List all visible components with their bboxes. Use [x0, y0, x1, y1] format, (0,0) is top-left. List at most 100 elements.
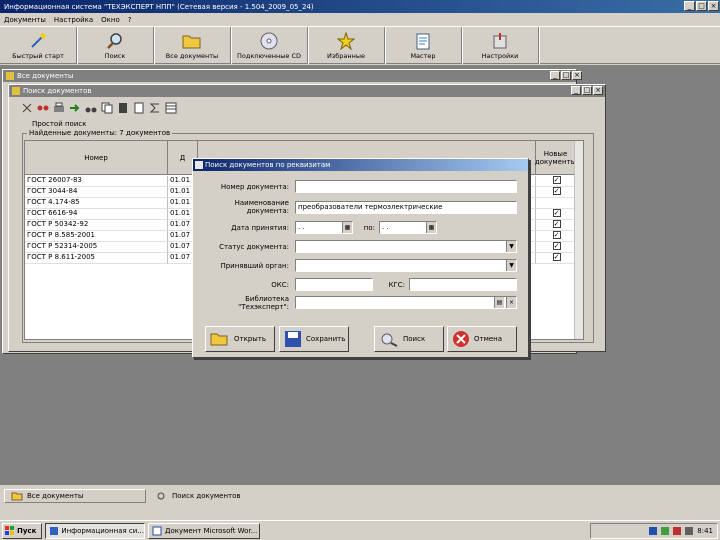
- search-toolbar: [20, 99, 260, 117]
- win-close-button[interactable]: ×: [572, 71, 582, 80]
- organ-label: Принявший орган:: [220, 262, 289, 270]
- win-maximize-button[interactable]: □: [561, 71, 571, 80]
- kgs-label: КГС:: [388, 281, 406, 289]
- export-icon[interactable]: [68, 101, 82, 115]
- cell-number: ГОСТ 3044-84: [25, 187, 168, 198]
- close-button[interactable]: ×: [708, 1, 719, 11]
- win-minimize-button[interactable]: _: [550, 71, 560, 80]
- cell-number: ГОСТ 26007-83: [25, 176, 168, 187]
- menu-documents[interactable]: Документы: [4, 16, 46, 24]
- library-label: Библиотека "Техэксперт":: [238, 295, 289, 311]
- chevron-down-icon[interactable]: ▼: [506, 260, 516, 271]
- notepad-icon: [413, 32, 433, 50]
- clock: 8:41: [697, 527, 713, 535]
- keyboard-icon[interactable]: [649, 527, 658, 535]
- search-win-close-button[interactable]: ×: [593, 86, 603, 95]
- doc-number-input[interactable]: [295, 180, 517, 193]
- new-doc-checkbox[interactable]: ✓: [552, 176, 561, 184]
- glasses-icon[interactable]: [36, 101, 50, 115]
- cell-new: ✓: [536, 209, 576, 220]
- kgs-input[interactable]: [409, 278, 517, 291]
- volume-icon[interactable]: [685, 527, 694, 535]
- print-icon[interactable]: [52, 101, 66, 115]
- app-icon: [50, 526, 58, 535]
- new-doc-checkbox[interactable]: ✓: [552, 209, 561, 217]
- doc-number-label: Номер документа:: [220, 183, 289, 191]
- new-doc-checkbox[interactable]: ✓: [552, 253, 561, 261]
- oks-input[interactable]: [295, 278, 373, 291]
- new-doc-checkbox[interactable]: ✓: [552, 220, 561, 228]
- antivirus-icon[interactable]: [673, 527, 682, 535]
- dialog-title-bar: Поиск документов по реквизитам: [193, 159, 528, 171]
- all-documents-button[interactable]: Все документы: [154, 27, 231, 64]
- chevron-down-icon[interactable]: ▼: [506, 241, 516, 252]
- library-input[interactable]: ▤ ×: [295, 296, 517, 309]
- tab-all-documents[interactable]: Все документы: [4, 489, 146, 503]
- taskbar: Пуск Информационная си... Документ Micro…: [0, 520, 720, 540]
- new-doc-checkbox[interactable]: ✓: [552, 231, 561, 239]
- menu-help[interactable]: ?: [128, 16, 132, 24]
- browse-icon[interactable]: ▤: [494, 297, 504, 308]
- cut-icon[interactable]: [20, 101, 34, 115]
- grid-scrollbar[interactable]: [574, 141, 583, 339]
- wizard-button[interactable]: Мастер: [385, 27, 462, 64]
- col-new-header[interactable]: Новые документы: [535, 141, 576, 175]
- calendar-icon[interactable]: ▦: [342, 222, 352, 233]
- folder-icon: [182, 32, 202, 50]
- date-from-input[interactable]: . . ▦: [295, 221, 353, 234]
- doc-name-input[interactable]: преобразователи термоэлектрические: [295, 201, 517, 214]
- new-doc-checkbox[interactable]: ✓: [552, 187, 561, 195]
- cell-number: ГОСТ Р 8.611-2005: [25, 253, 168, 264]
- search-icon: [381, 333, 398, 347]
- search-button[interactable]: Поиск: [77, 27, 154, 64]
- search-by-attributes-dialog: Поиск документов по реквизитам Номер док…: [192, 158, 529, 358]
- menu-bar: Документы Настройка Окно ?: [0, 13, 720, 26]
- floppy-icon: [285, 331, 301, 347]
- cell-number: ГОСТ Р 50342-92: [25, 220, 168, 231]
- clear-icon[interactable]: ×: [506, 297, 516, 308]
- found-documents-label: Найденные документы: 7 документов: [27, 129, 173, 137]
- cell-new: ✓: [536, 176, 576, 187]
- new-doc-checkbox[interactable]: ✓: [552, 242, 561, 250]
- save-button[interactable]: Сохранить: [279, 326, 349, 352]
- minimize-button[interactable]: _: [684, 1, 695, 11]
- calendar-icon[interactable]: ▦: [426, 222, 436, 233]
- favorites-button[interactable]: Избранные: [308, 27, 385, 64]
- organ-select[interactable]: ▼: [295, 259, 517, 272]
- book-icon[interactable]: [116, 101, 130, 115]
- tab-search-documents[interactable]: Поиск документов: [150, 489, 292, 503]
- star-icon: [336, 31, 356, 50]
- menu-settings[interactable]: Настройка: [54, 16, 93, 24]
- maximize-button[interactable]: □: [696, 1, 707, 11]
- quick-start-button[interactable]: Быстрый старт: [0, 27, 77, 64]
- start-button[interactable]: Пуск: [2, 522, 42, 539]
- windows-logo-icon: [5, 525, 14, 535]
- cell-new: ✓: [536, 231, 576, 242]
- col-number-header[interactable]: Номер: [25, 141, 168, 175]
- network-icon[interactable]: [661, 527, 670, 535]
- search-submit-button[interactable]: Поиск: [374, 326, 444, 352]
- menu-window[interactable]: Окно: [101, 16, 120, 24]
- task-info-system[interactable]: Информационная си...: [45, 522, 145, 539]
- status-select[interactable]: ▼: [295, 240, 517, 253]
- columns-icon[interactable]: [164, 101, 178, 115]
- open-button[interactable]: Открыть: [205, 326, 275, 352]
- folder-open-icon: [210, 333, 228, 346]
- document-icon[interactable]: [132, 101, 146, 115]
- cell-number: ГОСТ 4.174-85: [25, 198, 168, 209]
- search-win-maximize-button[interactable]: □: [582, 86, 592, 95]
- search-win-minimize-button[interactable]: _: [571, 86, 581, 95]
- cell-new: ✓: [536, 220, 576, 231]
- connected-cd-button[interactable]: Подключенные CD: [231, 27, 308, 64]
- folder-icon: [11, 492, 23, 501]
- cancel-button[interactable]: Отмена: [447, 326, 517, 352]
- task-word-document[interactable]: Документ Microsoft Wor...: [148, 522, 260, 539]
- cell-number: ГОСТ Р 8.585-2001: [25, 231, 168, 242]
- binoculars-icon[interactable]: [84, 101, 98, 115]
- cell-new: ✓: [536, 187, 576, 198]
- settings-button[interactable]: Настройки: [462, 27, 539, 64]
- sum-icon[interactable]: [148, 101, 162, 115]
- copy-icon[interactable]: [100, 101, 114, 115]
- accept-date-label: Дата принятия:: [231, 224, 289, 232]
- date-to-input[interactable]: . . ▦: [379, 221, 437, 234]
